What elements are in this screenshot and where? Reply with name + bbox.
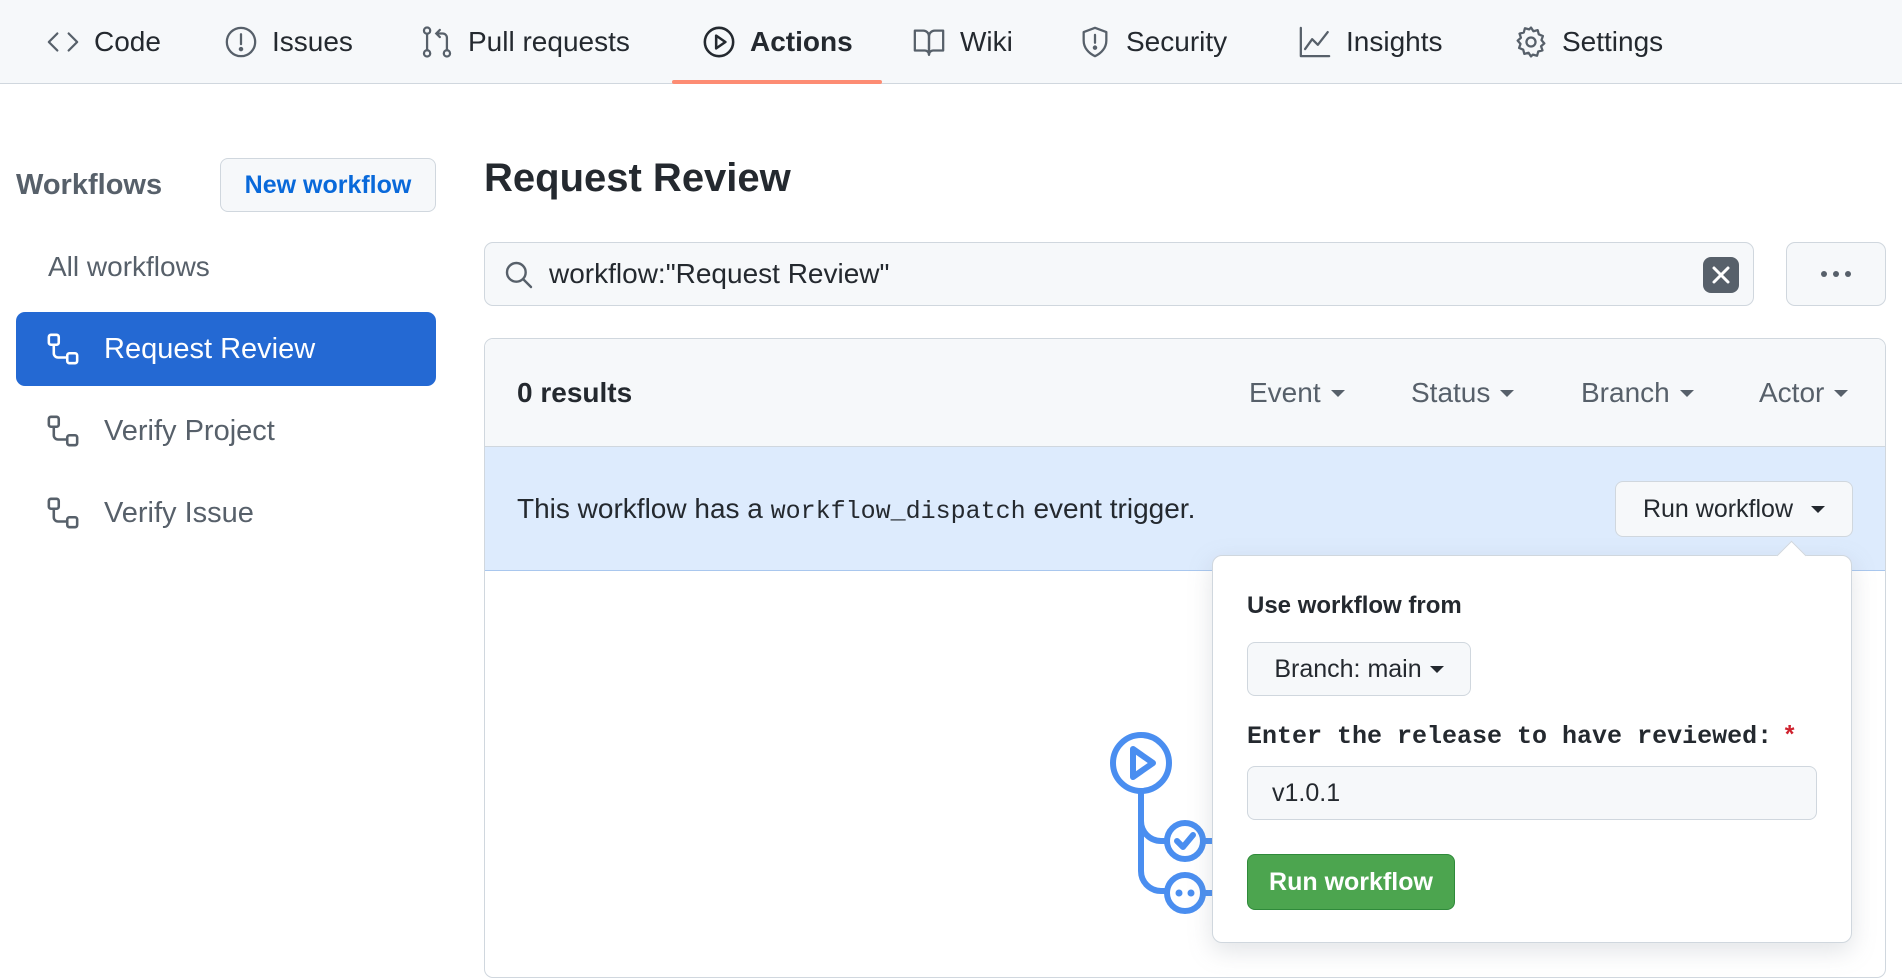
workflows-heading: Workflows [16, 169, 163, 201]
triangle-down-icon [1679, 389, 1694, 397]
tab-label: Pull requests [468, 26, 630, 57]
tab-label: Settings [1562, 26, 1664, 57]
run-workflow-dropdown-button[interactable]: Run workflow [1615, 481, 1853, 537]
sidebar-item-verify-issue[interactable]: Verify Issue [16, 476, 436, 550]
tab-issues[interactable]: Issues [224, 0, 353, 84]
tab-insights[interactable]: Insights [1298, 0, 1443, 84]
banner-text-before: This workflow has a [517, 493, 771, 524]
tab-pull-requests[interactable]: Pull requests [420, 0, 630, 84]
tab-code[interactable]: Code [46, 0, 161, 84]
triangle-down-icon [1429, 665, 1444, 673]
sidebar-item-request-review[interactable]: Request Review [16, 312, 436, 386]
tab-settings[interactable]: Settings [1514, 0, 1663, 84]
shield-icon [1078, 25, 1112, 59]
sidebar-item-verify-project[interactable]: Verify Project [16, 394, 436, 468]
run-workflow-popover: Use workflow from Branch: main Enter the… [1212, 540, 1852, 943]
triangle-down-icon [1500, 389, 1515, 397]
tab-actions[interactable]: Actions [702, 0, 853, 84]
status-filter[interactable]: Status [1411, 377, 1515, 409]
filter-label: Actor [1759, 377, 1825, 408]
workflow-icon [46, 496, 80, 530]
all-workflows-link[interactable]: All workflows [48, 251, 210, 283]
filter-label: Branch [1581, 377, 1670, 408]
more-options-button[interactable] [1786, 242, 1886, 306]
tab-label: Insights [1346, 26, 1443, 57]
workflow-icon [46, 332, 80, 366]
sidebar-item-label: Verify Project [104, 414, 275, 447]
search-icon [503, 259, 535, 291]
tab-label: Wiki [960, 26, 1013, 57]
banner-text-after: event trigger. [1025, 493, 1196, 524]
search-input[interactable] [549, 253, 1649, 295]
release-input[interactable] [1247, 766, 1817, 820]
sidebar-item-label: Request Review [104, 332, 316, 365]
book-icon [912, 25, 946, 59]
banner-code: workflow_dispatch [770, 497, 1026, 526]
branch-filter[interactable]: Branch [1581, 377, 1694, 409]
use-workflow-from-label: Use workflow from [1247, 592, 1462, 619]
graph-icon [1298, 25, 1332, 59]
clear-search-button[interactable] [1703, 257, 1739, 293]
play-icon [702, 25, 736, 59]
active-tab-underline [672, 80, 882, 84]
event-filter[interactable]: Event [1249, 377, 1345, 409]
run-workflow-submit-button[interactable]: Run workflow [1247, 854, 1455, 910]
triangle-down-icon [1811, 505, 1826, 513]
release-label-text: Enter the release to have reviewed: [1247, 722, 1773, 751]
workflow-icon [46, 414, 80, 448]
triangle-down-icon [1834, 389, 1849, 397]
workflow-illustration-icon [1110, 732, 1220, 914]
repo-nav: Code Issues Pull requests Actions Wiki S… [0, 0, 1902, 84]
workflow-dispatch-banner: This workflow has a workflow_dispatch ev… [485, 447, 1885, 571]
banner-text: This workflow has a workflow_dispatch ev… [517, 493, 1195, 526]
actor-filter[interactable]: Actor [1759, 377, 1849, 409]
tab-label: Issues [272, 26, 353, 57]
required-indicator: * [1782, 722, 1798, 751]
close-icon [1709, 263, 1733, 287]
filter-label: Event [1249, 377, 1321, 408]
sidebar-item-label: Verify Issue [104, 496, 254, 529]
search-box [484, 242, 1754, 306]
triangle-down-icon [1330, 389, 1345, 397]
kebab-horizontal-icon [1819, 270, 1853, 278]
tab-label: Code [94, 26, 161, 57]
tab-label: Actions [750, 26, 853, 57]
branch-select-label: Branch: main [1274, 654, 1422, 683]
issue-opened-icon [224, 25, 258, 59]
page-title: Request Review [484, 156, 791, 200]
release-input-label: Enter the release to have reviewed: * [1247, 722, 1797, 751]
code-icon [46, 25, 80, 59]
gear-icon [1514, 25, 1548, 59]
branch-select-button[interactable]: Branch: main [1247, 642, 1471, 696]
tab-wiki[interactable]: Wiki [912, 0, 1013, 84]
new-workflow-button[interactable]: New workflow [220, 158, 436, 212]
tab-security[interactable]: Security [1078, 0, 1227, 84]
results-header: 0 results Event Status Branch Actor [485, 339, 1885, 447]
results-count: 0 results [517, 377, 633, 408]
run-workflow-label: Run workflow [1642, 494, 1794, 523]
git-pull-request-icon [420, 25, 454, 59]
tab-label: Security [1126, 26, 1228, 57]
filter-label: Status [1411, 377, 1491, 408]
